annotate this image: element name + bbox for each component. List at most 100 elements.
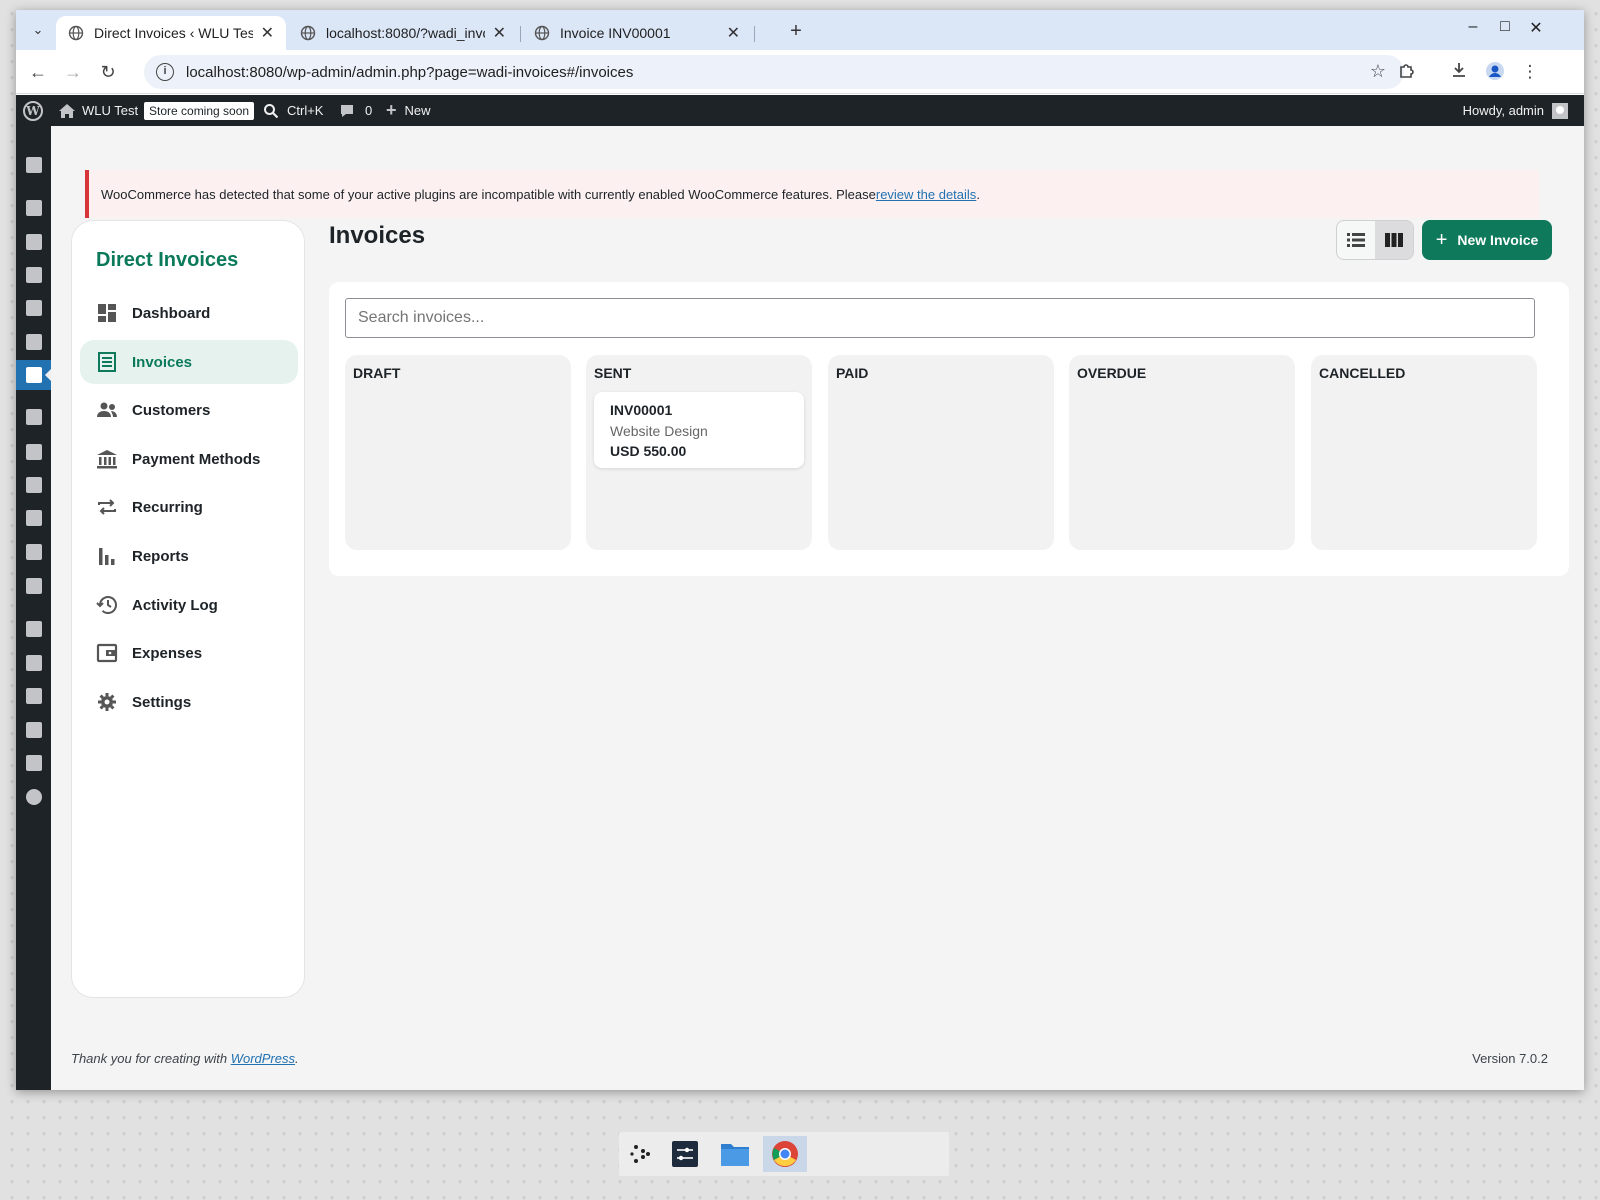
bar-chart-icon xyxy=(99,548,115,565)
nav-label: Settings xyxy=(132,693,192,711)
settings-app-icon[interactable] xyxy=(663,1136,707,1172)
menu-payments-icon[interactable] xyxy=(16,503,51,533)
column-header: CANCELLED xyxy=(1319,365,1406,381)
user-avatar xyxy=(1552,102,1568,119)
board-view-button[interactable] xyxy=(1375,221,1413,259)
menu-settings-icon[interactable] xyxy=(16,748,51,778)
nav-item-recurring[interactable]: Recurring xyxy=(80,485,298,529)
menu-comments-icon[interactable] xyxy=(16,293,51,323)
review-details-link[interactable]: review the details xyxy=(876,187,976,202)
wordpress-logo-icon[interactable]: W xyxy=(23,95,43,126)
new-tab-plus-icon[interactable]: + xyxy=(784,20,808,43)
menu-analytics-icon[interactable] xyxy=(16,537,51,567)
window-close-icon[interactable]: ✕ xyxy=(1524,18,1548,38)
plugin-sidebar: Direct Invoices Dashboard Invoices Custo… xyxy=(71,220,305,998)
nav-label: Invoices xyxy=(132,353,193,371)
invoice-card[interactable]: INV00001 Website Design USD 550.00 xyxy=(594,392,804,468)
menu-appearance-icon[interactable] xyxy=(16,614,51,644)
bank-icon xyxy=(97,450,117,469)
menu-forms-icon[interactable] xyxy=(16,327,51,357)
close-icon[interactable]: ✕ xyxy=(493,23,506,43)
launcher-icon[interactable] xyxy=(619,1136,663,1172)
list-view-icon xyxy=(1347,233,1365,247)
plugin-title: Direct Invoices xyxy=(96,249,239,271)
store-coming-soon-badge[interactable]: Store coming soon xyxy=(144,95,255,126)
menu-products-icon[interactable] xyxy=(16,437,51,467)
menu-collapse-icon[interactable] xyxy=(16,782,51,812)
menu-pages-icon[interactable] xyxy=(16,260,51,290)
view-toggle xyxy=(1336,220,1414,260)
nav-item-payment-methods[interactable]: Payment Methods xyxy=(80,437,298,481)
menu-direct-invoices-icon[interactable] xyxy=(16,360,52,390)
menu-plugins-icon[interactable] xyxy=(16,648,51,678)
new-invoice-label: New Invoice xyxy=(1457,232,1539,248)
account-menu[interactable]: Howdy, admin xyxy=(1463,95,1568,126)
admin-content: WooCommerce has detected that some of yo… xyxy=(51,126,1584,1090)
minimize-icon[interactable]: – xyxy=(1461,18,1485,36)
back-arrow-icon[interactable]: ← xyxy=(26,60,50,84)
nav-label: Recurring xyxy=(132,498,203,516)
new-invoice-button[interactable]: + New Invoice xyxy=(1422,220,1552,260)
nav-item-settings[interactable]: Settings xyxy=(80,680,298,724)
file-manager-icon[interactable] xyxy=(713,1136,757,1172)
menu-kebab-icon[interactable]: ⋮ xyxy=(1519,61,1541,83)
profile-avatar-icon[interactable] xyxy=(1484,61,1506,83)
command-search[interactable]: Ctrl+K xyxy=(263,95,323,126)
site-home-link[interactable]: WLU Test xyxy=(58,95,138,126)
tab-search-chevron-icon[interactable]: ⌄ xyxy=(24,16,52,44)
nav-item-dashboard[interactable]: Dashboard xyxy=(80,291,298,335)
search-icon xyxy=(264,103,279,118)
tab-invoice-inv00001[interactable]: Invoice INV00001 ✕ xyxy=(522,16,752,50)
menu-tools-icon[interactable] xyxy=(16,715,51,745)
nav-item-customers[interactable]: Customers xyxy=(80,388,298,432)
new-label: New xyxy=(404,103,431,118)
address-bar[interactable]: i localhost:8080/wp-admin/admin.php?page… xyxy=(144,55,1404,89)
site-info-icon[interactable]: i xyxy=(156,63,174,81)
tab-direct-invoices[interactable]: Direct Invoices ‹ WLU Test ✕ xyxy=(56,16,286,50)
chrome-browser-icon[interactable] xyxy=(763,1136,807,1172)
dashboard-icon xyxy=(98,304,116,322)
board-column-cancelled: CANCELLED xyxy=(1311,355,1537,550)
search-input[interactable] xyxy=(345,298,1535,338)
close-icon[interactable]: ✕ xyxy=(727,23,740,43)
menu-marketing-icon[interactable] xyxy=(16,571,51,601)
menu-orders-icon[interactable] xyxy=(16,470,51,500)
maximize-icon[interactable]: □ xyxy=(1493,18,1517,36)
invoice-board: DRAFT SENT INV00001 Website Design USD 5… xyxy=(329,282,1569,576)
invoice-description: Website Design xyxy=(610,423,708,439)
reload-icon[interactable]: ↻ xyxy=(96,60,120,84)
nav-item-activity-log[interactable]: Activity Log xyxy=(80,583,298,627)
menu-woocommerce-icon[interactable] xyxy=(16,402,51,432)
nav-label: Customers xyxy=(132,401,211,419)
board-column-draft: DRAFT xyxy=(345,355,571,550)
bookmark-star-icon[interactable]: ☆ xyxy=(1370,61,1386,82)
nav-item-invoices[interactable]: Invoices xyxy=(80,340,298,384)
tab-localhost[interactable]: localhost:8080/?wadi_invo ✕ xyxy=(288,16,518,50)
new-content-menu[interactable]: + New xyxy=(386,95,431,126)
taskbar xyxy=(619,1132,949,1176)
browser-window: ⌄ Direct Invoices ‹ WLU Test ✕ localhost… xyxy=(16,10,1584,1090)
notice-text: WooCommerce has detected that some of yo… xyxy=(101,186,876,202)
nav-label: Payment Methods xyxy=(132,450,261,468)
site-name: WLU Test xyxy=(82,103,139,118)
wordpress-link[interactable]: WordPress xyxy=(231,1051,295,1066)
list-view-button[interactable] xyxy=(1337,221,1375,259)
invoice-amount: USD 550.00 xyxy=(610,443,687,459)
nav-label: Dashboard xyxy=(132,304,211,322)
menu-dashboard-icon[interactable] xyxy=(16,150,51,180)
menu-users-icon[interactable] xyxy=(16,681,51,711)
board-column-sent: SENT INV00001 Website Design USD 550.00 xyxy=(586,355,812,550)
extensions-puzzle-icon[interactable] xyxy=(1396,61,1418,83)
menu-media-icon[interactable] xyxy=(16,227,51,257)
comments-link[interactable]: 0 xyxy=(339,95,372,126)
forward-arrow-icon[interactable]: → xyxy=(61,60,85,84)
close-icon[interactable]: ✕ xyxy=(261,23,274,43)
menu-posts-pin-icon[interactable] xyxy=(16,193,51,223)
kanban-view-icon xyxy=(1385,233,1403,247)
woocommerce-incompatibility-notice: WooCommerce has detected that some of yo… xyxy=(85,170,1539,218)
howdy-text: Howdy, admin xyxy=(1462,103,1544,118)
nav-item-reports[interactable]: Reports xyxy=(80,534,298,578)
nav-item-expenses[interactable]: Expenses xyxy=(80,631,298,675)
download-icon[interactable] xyxy=(1448,61,1470,83)
repeat-icon xyxy=(98,499,116,515)
